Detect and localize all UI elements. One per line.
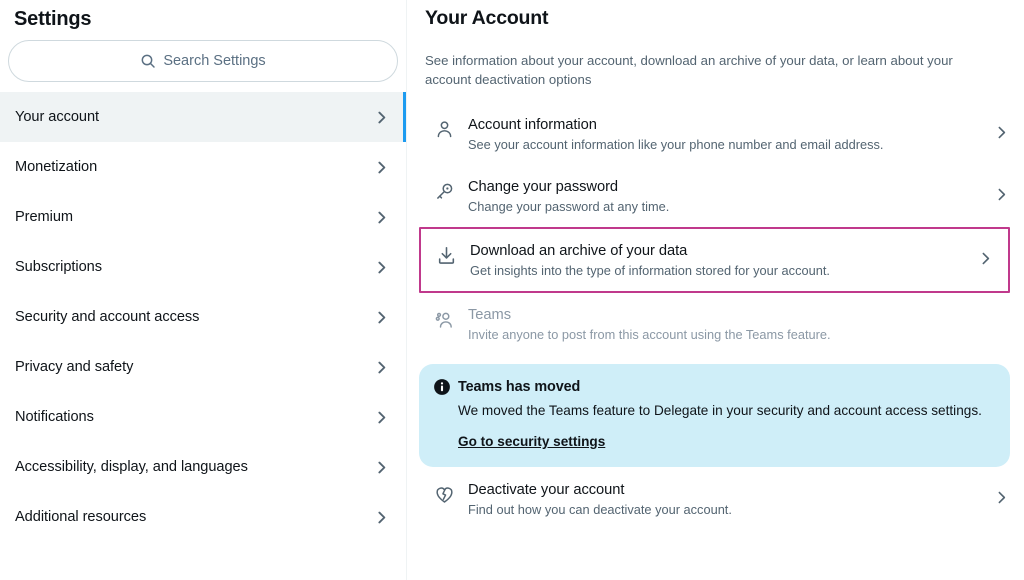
- row-texts: Account information See your account inf…: [463, 114, 993, 154]
- row-subtitle: Invite anyone to post from this account …: [468, 326, 1010, 344]
- chevron-right-icon: [993, 479, 1010, 506]
- page-title: Your Account: [407, 0, 1024, 34]
- sidebar-item-your-account[interactable]: Your account: [0, 92, 406, 142]
- sidebar-item-label: Privacy and safety: [15, 359, 373, 375]
- row-download-archive[interactable]: Download an archive of your data Get ins…: [419, 227, 1010, 293]
- settings-nav-list: Your account Monetization Premium S: [0, 92, 406, 542]
- chevron-right-icon: [373, 309, 390, 326]
- sidebar-item-label: Security and account access: [15, 309, 373, 325]
- search-placeholder-text: Search Settings: [163, 53, 265, 69]
- banner-title: Teams has moved: [458, 379, 580, 395]
- go-to-security-settings-link[interactable]: Go to security settings: [458, 434, 605, 449]
- row-subtitle: Change your password at any time.: [468, 198, 993, 216]
- chevron-right-icon: [993, 176, 1010, 203]
- row-title: Account information: [468, 115, 993, 135]
- row-subtitle: See your account information like your p…: [468, 136, 993, 154]
- chevron-right-icon: [373, 359, 390, 376]
- settings-sidebar: Settings Search Settings Your account: [0, 0, 407, 580]
- row-texts: Change your password Change your passwor…: [463, 176, 993, 216]
- chevron-right-icon: [373, 259, 390, 276]
- row-texts: Deactivate your account Find out how you…: [463, 479, 993, 519]
- key-icon: [425, 176, 463, 202]
- sidebar-item-label: Premium: [15, 209, 373, 225]
- chevron-right-icon: [977, 240, 994, 267]
- row-texts: Download an archive of your data Get ins…: [465, 240, 977, 280]
- account-settings-rows: Account information See your account inf…: [407, 103, 1024, 530]
- person-icon: [425, 114, 463, 140]
- search-icon: [140, 53, 156, 69]
- chevron-right-icon: [373, 209, 390, 226]
- sidebar-item-label: Notifications: [15, 409, 373, 425]
- chevron-right-icon: [373, 109, 390, 126]
- banner-body: We moved the Teams feature to Delegate i…: [433, 401, 994, 420]
- chevron-right-icon: [373, 509, 390, 526]
- sidebar-title: Settings: [0, 0, 406, 34]
- sidebar-item-label: Subscriptions: [15, 259, 373, 275]
- sidebar-item-notifications[interactable]: Notifications: [0, 392, 406, 442]
- sidebar-item-accessibility-display-and-languages[interactable]: Accessibility, display, and languages: [0, 442, 406, 492]
- sidebar-item-subscriptions[interactable]: Subscriptions: [0, 242, 406, 292]
- row-title: Teams: [468, 305, 1010, 325]
- chevron-right-icon: [373, 159, 390, 176]
- row-change-your-password[interactable]: Change your password Change your passwor…: [407, 165, 1024, 227]
- row-deactivate-account[interactable]: Deactivate your account Find out how you…: [407, 467, 1024, 530]
- people-icon: [425, 304, 463, 331]
- search-settings-input[interactable]: Search Settings: [8, 40, 398, 82]
- row-title: Change your password: [468, 177, 993, 197]
- sidebar-item-label: Your account: [15, 109, 373, 125]
- sidebar-item-label: Monetization: [15, 159, 373, 175]
- chevron-right-icon: [373, 409, 390, 426]
- banner-header: Teams has moved: [433, 378, 994, 396]
- row-title: Download an archive of your data: [470, 241, 977, 261]
- sidebar-item-label: Additional resources: [15, 509, 373, 525]
- row-account-information[interactable]: Account information See your account inf…: [407, 103, 1024, 165]
- row-texts: Teams Invite anyone to post from this ac…: [463, 304, 1010, 344]
- row-title: Deactivate your account: [468, 480, 993, 500]
- chevron-right-icon: [373, 459, 390, 476]
- broken-heart-icon: [425, 479, 463, 505]
- chevron-right-icon: [993, 114, 1010, 141]
- sidebar-item-security-and-account-access[interactable]: Security and account access: [0, 292, 406, 342]
- sidebar-item-premium[interactable]: Premium: [0, 192, 406, 242]
- info-icon: [433, 378, 451, 396]
- sidebar-item-label: Accessibility, display, and languages: [15, 459, 373, 475]
- row-subtitle: Find out how you can deactivate your acc…: [468, 501, 993, 519]
- sidebar-item-monetization[interactable]: Monetization: [0, 142, 406, 192]
- your-account-panel: Your Account See information about your …: [407, 0, 1024, 580]
- search-container: Search Settings: [0, 34, 406, 90]
- page-description: See information about your account, down…: [407, 34, 1007, 89]
- sidebar-item-additional-resources[interactable]: Additional resources: [0, 492, 406, 542]
- row-subtitle: Get insights into the type of informatio…: [470, 262, 977, 280]
- teams-moved-banner: Teams has moved We moved the Teams featu…: [419, 364, 1010, 467]
- download-icon: [427, 240, 465, 266]
- row-teams: Teams Invite anyone to post from this ac…: [407, 293, 1024, 355]
- sidebar-item-privacy-and-safety[interactable]: Privacy and safety: [0, 342, 406, 392]
- settings-page: Settings Search Settings Your account: [0, 0, 1024, 580]
- selected-indicator-bar: [403, 92, 406, 142]
